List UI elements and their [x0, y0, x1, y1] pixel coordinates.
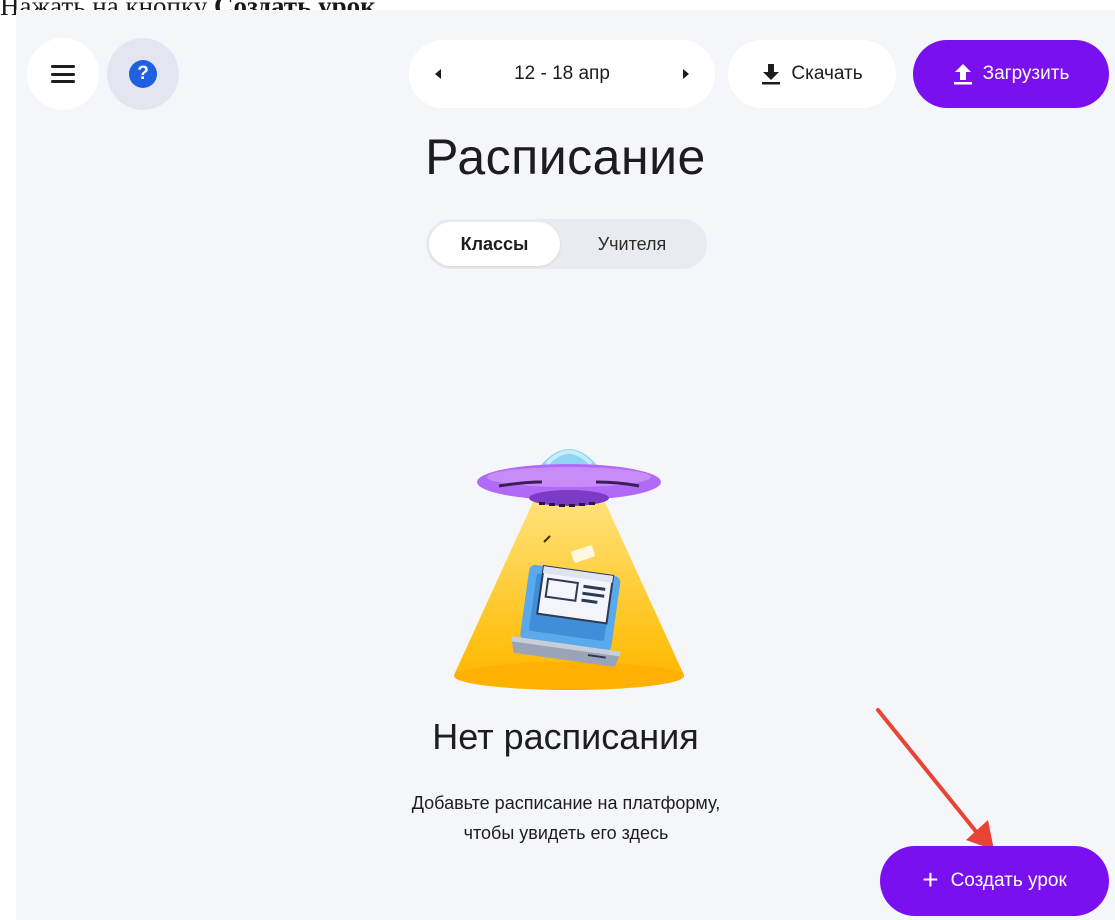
empty-state-line-2: чтобы увидеть его здесь — [463, 823, 669, 843]
previous-week-icon[interactable] — [435, 69, 441, 79]
question-circle-icon: ? — [129, 60, 157, 88]
ufo-laptop-illustration — [454, 449, 684, 690]
week-range-label: 12 - 18 апр — [514, 63, 610, 84]
tab-classes[interactable]: Классы — [429, 222, 560, 266]
week-navigator: 12 - 18 апр — [409, 40, 715, 108]
download-icon — [762, 64, 781, 85]
download-button[interactable]: Скачать — [728, 40, 896, 108]
upload-label: Загрузить — [982, 63, 1070, 84]
menu-button[interactable] — [27, 38, 99, 110]
schedule-app: ? 12 - 18 апр Скачать Загрузить Расписан… — [16, 10, 1115, 920]
download-label: Скачать — [791, 63, 863, 84]
create-lesson-label: Создать урок — [950, 870, 1067, 891]
empty-state-line-1: Добавьте расписание на платформу, — [411, 793, 721, 813]
empty-state-description: Добавьте расписание на платформу, чтобы … — [356, 788, 776, 848]
upload-icon — [953, 64, 972, 85]
next-week-icon[interactable] — [682, 69, 689, 79]
tab-teachers[interactable]: Учителя — [562, 222, 702, 266]
view-switcher: Классы Учителя — [426, 219, 707, 269]
annotation-arrow-icon — [876, 708, 994, 850]
plus-icon: + — [922, 863, 939, 895]
page-title: Расписание — [425, 129, 706, 185]
hamburger-menu-icon — [51, 65, 75, 83]
upload-button[interactable]: Загрузить — [913, 40, 1109, 108]
help-button[interactable]: ? — [107, 38, 179, 110]
create-lesson-button[interactable]: + Создать урок — [880, 846, 1109, 916]
